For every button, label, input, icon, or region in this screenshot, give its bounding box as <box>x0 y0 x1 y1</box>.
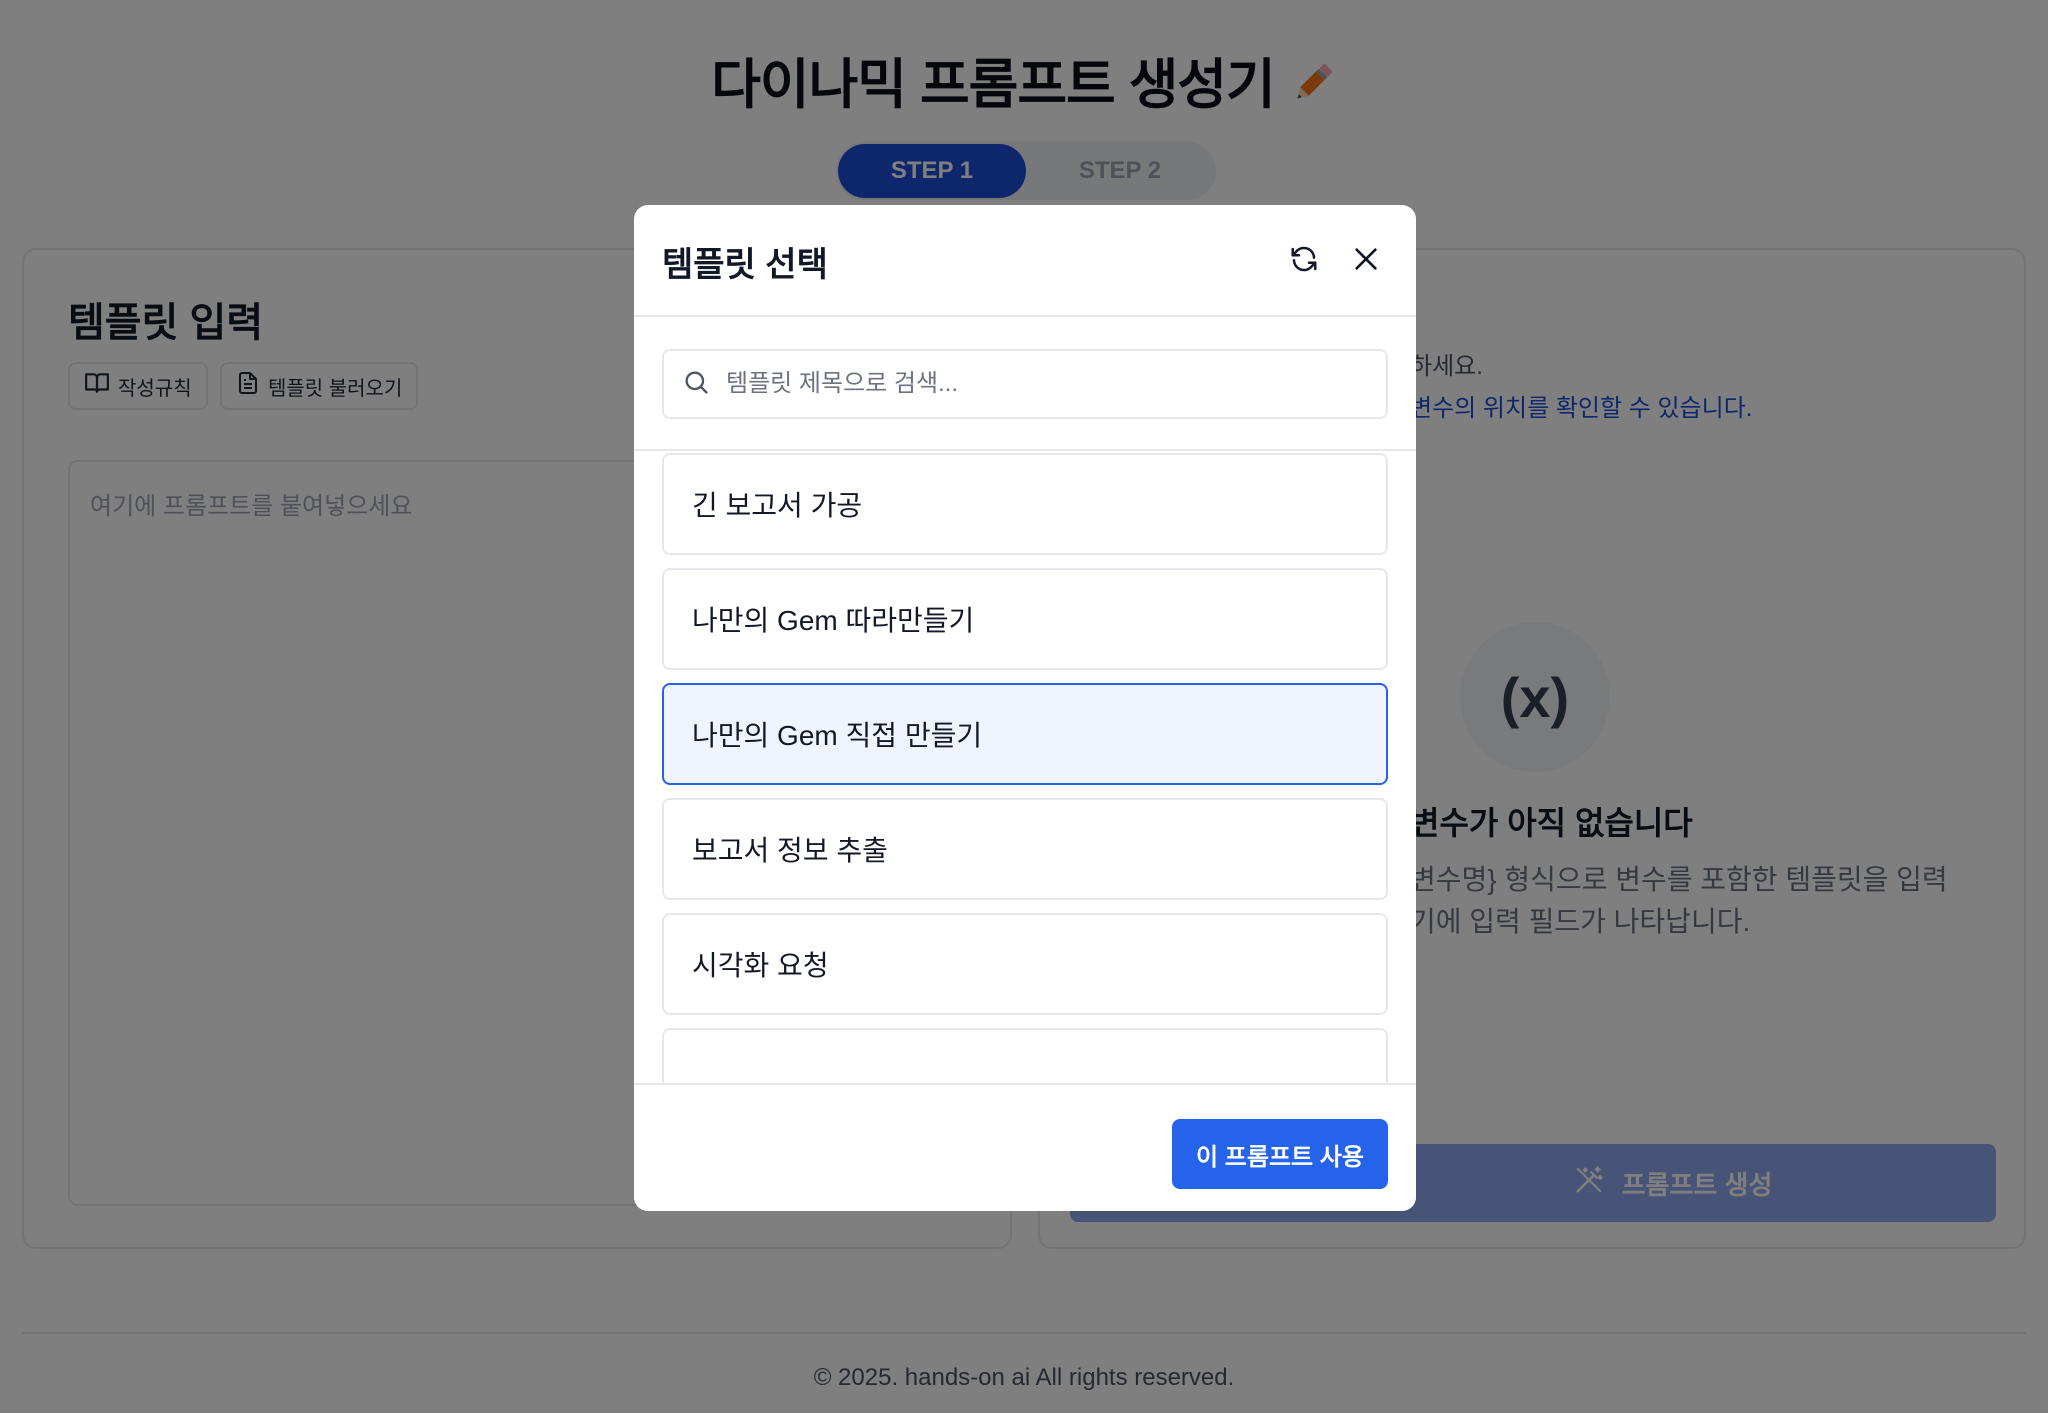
modal-header: 템플릿 선택 <box>634 205 1416 317</box>
template-item-selected[interactable]: 나만의 Gem 직접 만들기 <box>662 683 1388 785</box>
template-item[interactable]: 긴 보고서 가공 <box>662 453 1388 555</box>
close-icon <box>1350 243 1382 280</box>
search-icon <box>682 368 710 401</box>
search-box[interactable] <box>662 349 1388 419</box>
use-prompt-button[interactable]: 이 프롬프트 사용 <box>1172 1119 1388 1189</box>
template-item[interactable]: 나만의 Gem 따라만들기 <box>662 568 1388 670</box>
template-select-modal: 템플릿 선택 긴 보고서 가공 나만의 Gem 따라만들기 나만의 Gem 직접… <box>634 205 1416 1211</box>
template-item[interactable]: 시각화 요청 <box>662 913 1388 1015</box>
template-item[interactable]: 보고서 정보 추출 <box>662 798 1388 900</box>
close-button[interactable] <box>1348 243 1384 279</box>
refresh-icon <box>1289 244 1319 279</box>
modal-title: 템플릿 선택 <box>662 246 828 284</box>
search-area <box>634 317 1416 451</box>
modal-footer: 이 프롬프트 사용 <box>634 1083 1416 1211</box>
refresh-button[interactable] <box>1286 243 1322 279</box>
template-search-input[interactable] <box>726 370 1346 398</box>
